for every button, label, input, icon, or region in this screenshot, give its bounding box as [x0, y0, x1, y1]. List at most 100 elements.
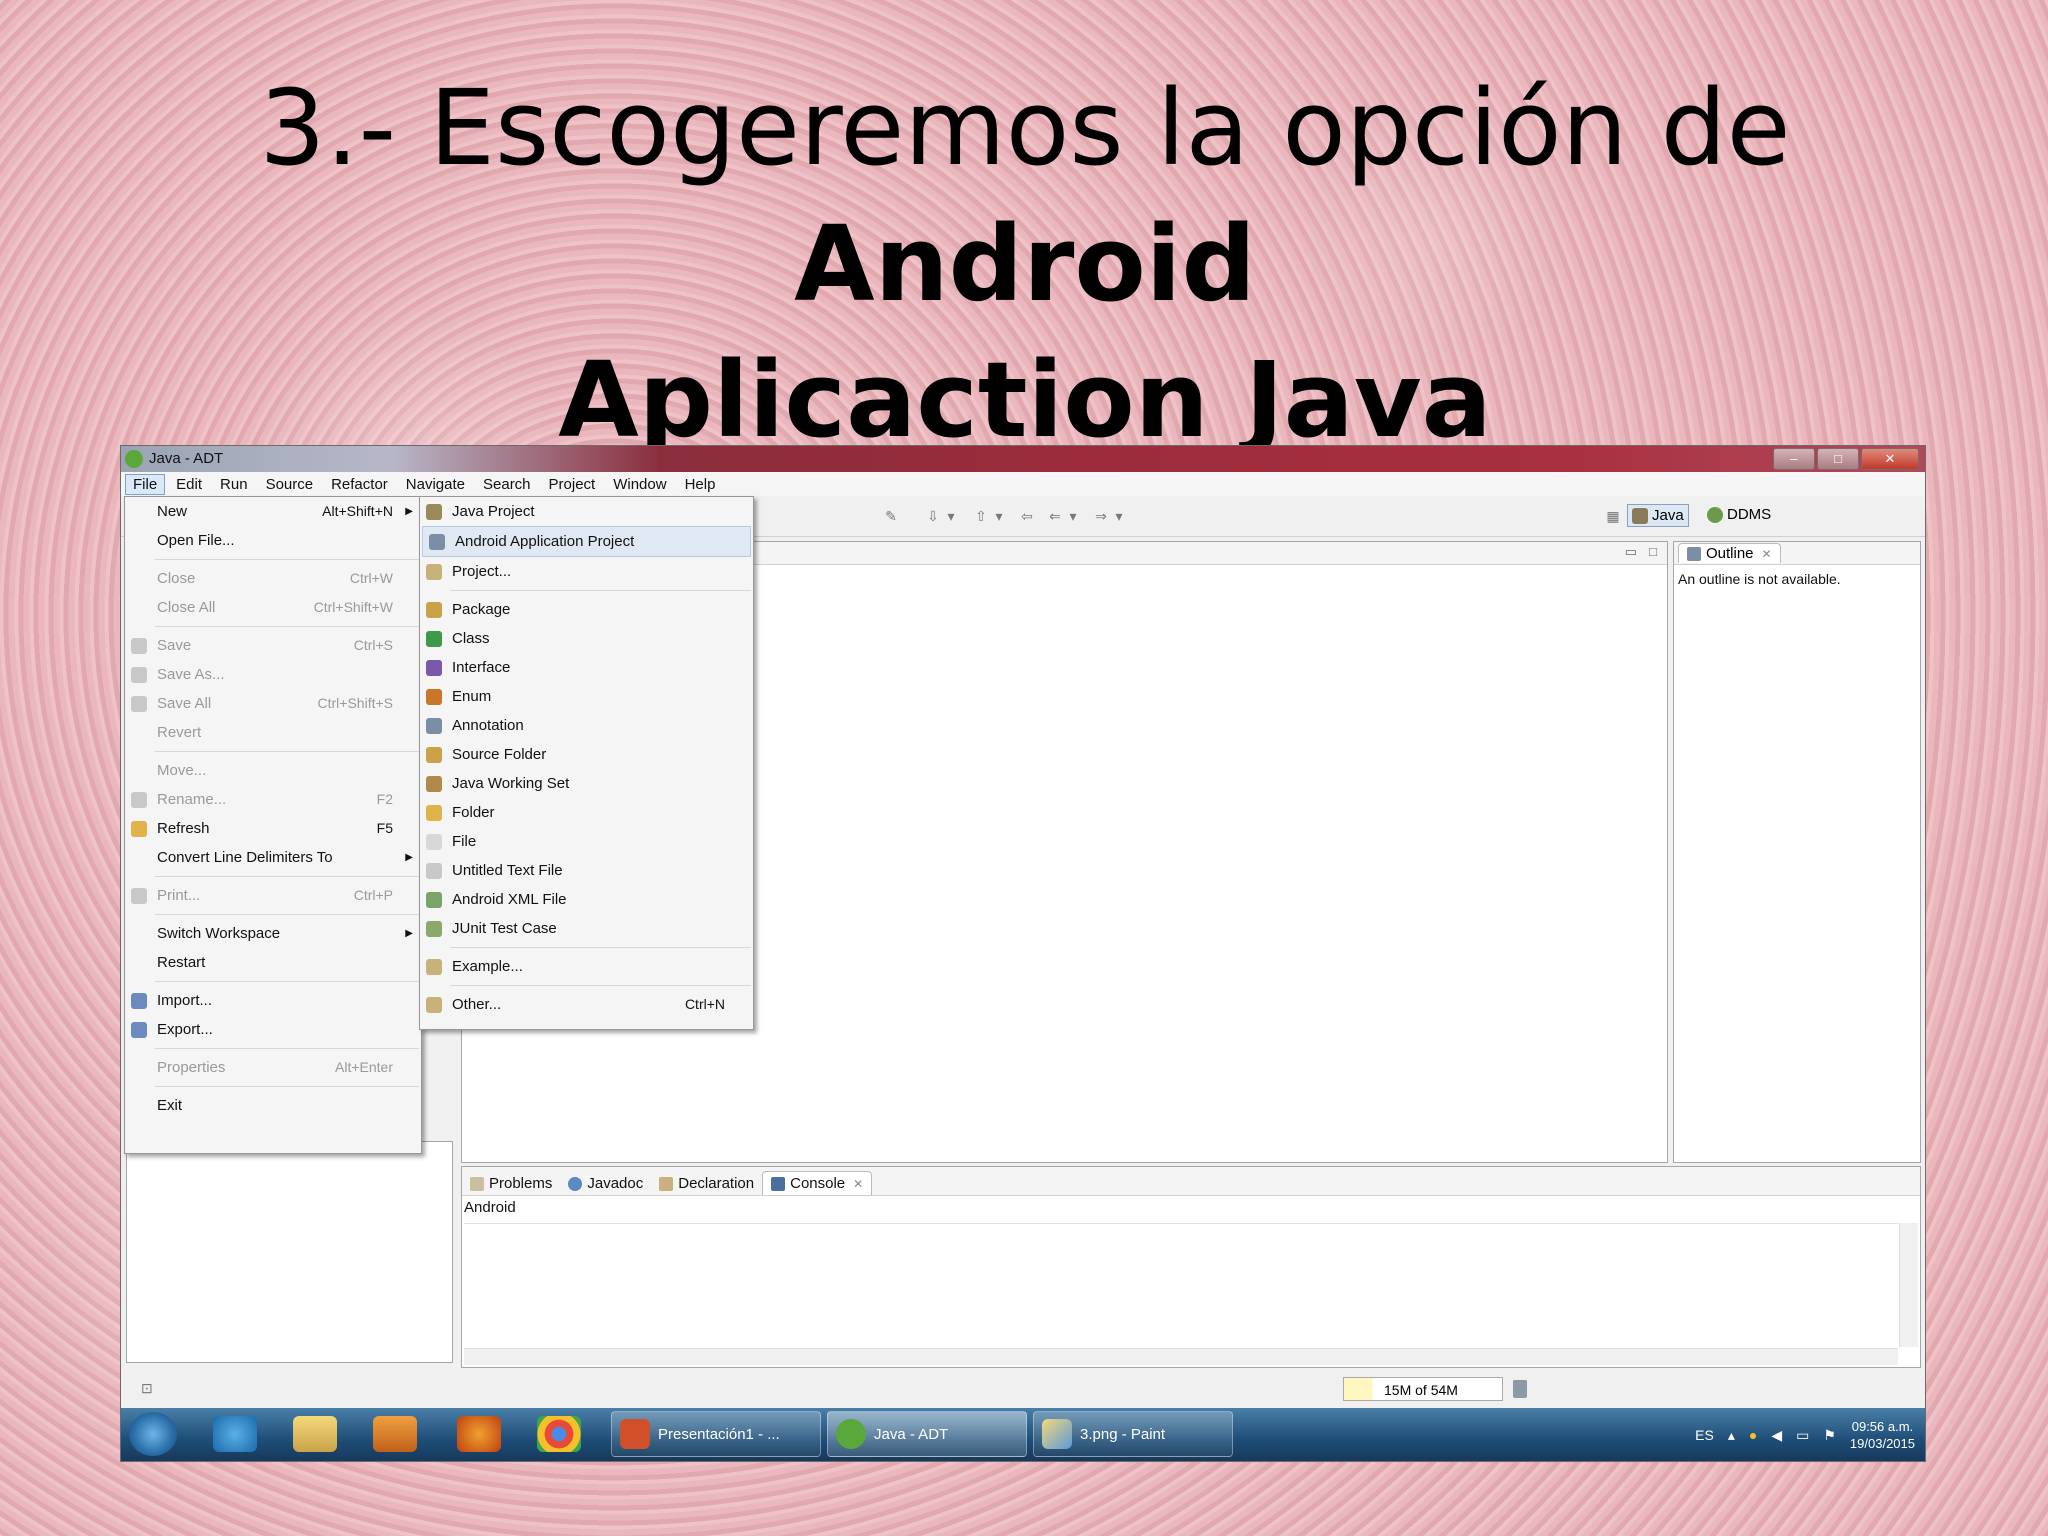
- menu-source[interactable]: Source: [259, 475, 321, 494]
- source-folder-icon: [426, 747, 442, 763]
- menu-search[interactable]: Search: [476, 475, 538, 494]
- menu-item-java-working-set[interactable]: Java Working Set: [420, 769, 753, 798]
- menu-item-untitled-text-file[interactable]: Untitled Text File: [420, 856, 753, 885]
- trash-gc-icon[interactable]: [1513, 1380, 1527, 1398]
- close-icon[interactable]: ✕: [1762, 547, 1772, 561]
- dropdown-icon[interactable]: ▾: [991, 508, 1007, 524]
- tab-declaration[interactable]: Declaration: [651, 1172, 762, 1195]
- menu-item-label: JUnit Test Case: [452, 920, 557, 937]
- task-powerpoint[interactable]: Presentación1 - ...: [611, 1411, 821, 1457]
- enum-icon: [426, 689, 442, 705]
- menu-navigate[interactable]: Navigate: [399, 475, 472, 494]
- package-explorer-panel[interactable]: [126, 1141, 453, 1363]
- menu-item-open-file[interactable]: Open File...: [125, 526, 421, 555]
- dropdown-icon[interactable]: ▾: [1065, 508, 1081, 524]
- task-paint[interactable]: 3.png - Paint: [1033, 1411, 1233, 1457]
- menu-item-shortcut: F5: [376, 820, 393, 836]
- menu-item-folder[interactable]: Folder: [420, 798, 753, 827]
- adt-app-icon: [125, 450, 143, 468]
- menu-project[interactable]: Project: [542, 475, 603, 494]
- menu-item-refresh[interactable]: Refresh F5: [125, 814, 421, 843]
- minimize-view-icon[interactable]: ▭: [1625, 544, 1637, 560]
- menu-item-package[interactable]: Package: [420, 595, 753, 624]
- outline-view: Outline ✕ An outline is not available.: [1673, 541, 1921, 1163]
- clock[interactable]: 09:56 a.m. 19/03/2015: [1850, 1418, 1915, 1452]
- perspective-ddms[interactable]: DDMS: [1703, 504, 1775, 525]
- menu-refactor[interactable]: Refactor: [324, 475, 395, 494]
- menu-item-enum[interactable]: Enum: [420, 682, 753, 711]
- menu-item-label: Folder: [452, 804, 495, 821]
- monitor-icon[interactable]: ▭: [1796, 1427, 1809, 1444]
- console-output[interactable]: [464, 1223, 1898, 1347]
- back-icon[interactable]: ⇐: [1047, 508, 1063, 524]
- menu-edit[interactable]: Edit: [169, 475, 209, 494]
- forward-icon[interactable]: ⇒: [1093, 508, 1109, 524]
- maximize-button[interactable]: □: [1817, 448, 1859, 470]
- start-button[interactable]: [129, 1412, 177, 1456]
- prev-annotation-icon[interactable]: ⇧: [973, 508, 989, 524]
- close-icon[interactable]: ✕: [853, 1177, 863, 1191]
- open-perspective-icon[interactable]: ▦: [1605, 508, 1621, 524]
- menu-item-android-xml-file[interactable]: Android XML File: [420, 885, 753, 914]
- menu-item-new[interactable]: New Alt+Shift+N ▶: [125, 497, 421, 526]
- minimize-button[interactable]: –: [1773, 448, 1815, 470]
- firefox-icon[interactable]: [457, 1416, 501, 1452]
- media-player-icon[interactable]: [373, 1416, 417, 1452]
- menu-item-import[interactable]: Import...: [125, 986, 421, 1015]
- menu-item-example[interactable]: Example...: [420, 952, 753, 981]
- tab-console[interactable]: Console ✕: [762, 1171, 873, 1195]
- menu-item-switch-workspace[interactable]: Switch Workspace ▶: [125, 919, 421, 948]
- console-view: Problems Javadoc Declaration Console ✕ A…: [461, 1166, 1921, 1368]
- menu-file[interactable]: File: [125, 473, 166, 495]
- menu-item-source-folder[interactable]: Source Folder: [420, 740, 753, 769]
- fast-view-icon[interactable]: ⊡: [141, 1380, 153, 1397]
- action-center-flag-icon[interactable]: ⚑: [1823, 1427, 1836, 1444]
- file-menu: New Alt+Shift+N ▶ Open File... Close Ctrl+W Cl…: [124, 496, 422, 1154]
- menu-item-export[interactable]: Export...: [125, 1015, 421, 1044]
- console-vertical-scrollbar[interactable]: [1899, 1223, 1918, 1347]
- menu-item-junit-test-case[interactable]: JUnit Test Case: [420, 914, 753, 943]
- menu-item-exit[interactable]: Exit: [125, 1091, 421, 1120]
- menu-item-file[interactable]: File: [420, 827, 753, 856]
- pin-icon[interactable]: ✎: [883, 508, 899, 524]
- menu-window[interactable]: Window: [606, 475, 673, 494]
- menu-item-restart[interactable]: Restart: [125, 948, 421, 977]
- menu-item-android-application-project[interactable]: Android Application Project: [422, 526, 751, 557]
- tab-javadoc[interactable]: Javadoc: [560, 1172, 651, 1195]
- menu-item-interface[interactable]: Interface: [420, 653, 753, 682]
- volume-icon[interactable]: ◀: [1771, 1427, 1782, 1444]
- menu-item-other[interactable]: Other... Ctrl+N: [420, 990, 753, 1019]
- menu-item-label: Enum: [452, 688, 492, 705]
- language-indicator[interactable]: ES: [1695, 1427, 1714, 1443]
- perspective-java[interactable]: Java: [1627, 504, 1689, 527]
- menu-item-save-as: Save As...: [125, 660, 421, 689]
- dropdown-icon[interactable]: ▾: [1111, 508, 1127, 524]
- outline-icon: [1687, 546, 1701, 561]
- console-horizontal-scrollbar[interactable]: [464, 1348, 1898, 1365]
- menu-item-class[interactable]: Class: [420, 624, 753, 653]
- menu-item-label: Save As...: [157, 666, 225, 683]
- menu-item-label: Move...: [157, 762, 207, 779]
- show-hidden-icons-icon[interactable]: ▴: [1728, 1427, 1735, 1444]
- file-explorer-icon[interactable]: [293, 1416, 337, 1452]
- menu-help[interactable]: Help: [678, 475, 723, 494]
- next-annotation-icon[interactable]: ⇩: [925, 508, 941, 524]
- menu-item-java-project[interactable]: Java Project: [420, 497, 753, 526]
- maximize-view-icon[interactable]: □: [1649, 544, 1657, 559]
- outline-tab[interactable]: Outline ✕: [1678, 543, 1781, 563]
- dropdown-icon[interactable]: ▾: [943, 508, 959, 524]
- window-titlebar[interactable]: Java - ADT – □ ✕: [121, 446, 1925, 472]
- untitled-text-file-icon: [426, 863, 442, 879]
- last-edit-icon[interactable]: ⇦: [1019, 508, 1035, 524]
- close-button[interactable]: ✕: [1861, 448, 1919, 470]
- menu-item-annotation[interactable]: Annotation: [420, 711, 753, 740]
- menu-item-project[interactable]: Project...: [420, 557, 753, 586]
- tab-problems[interactable]: Problems: [462, 1172, 560, 1195]
- chrome-icon[interactable]: [537, 1416, 581, 1452]
- menu-item-label: Open File...: [157, 532, 235, 549]
- internet-explorer-icon[interactable]: [213, 1416, 257, 1452]
- network-icon[interactable]: ●: [1749, 1427, 1757, 1443]
- task-java-adt[interactable]: Java - ADT: [827, 1411, 1027, 1457]
- menu-run[interactable]: Run: [213, 475, 255, 494]
- menu-item-convert-line-delimiters-to[interactable]: Convert Line Delimiters To ▶: [125, 843, 421, 872]
